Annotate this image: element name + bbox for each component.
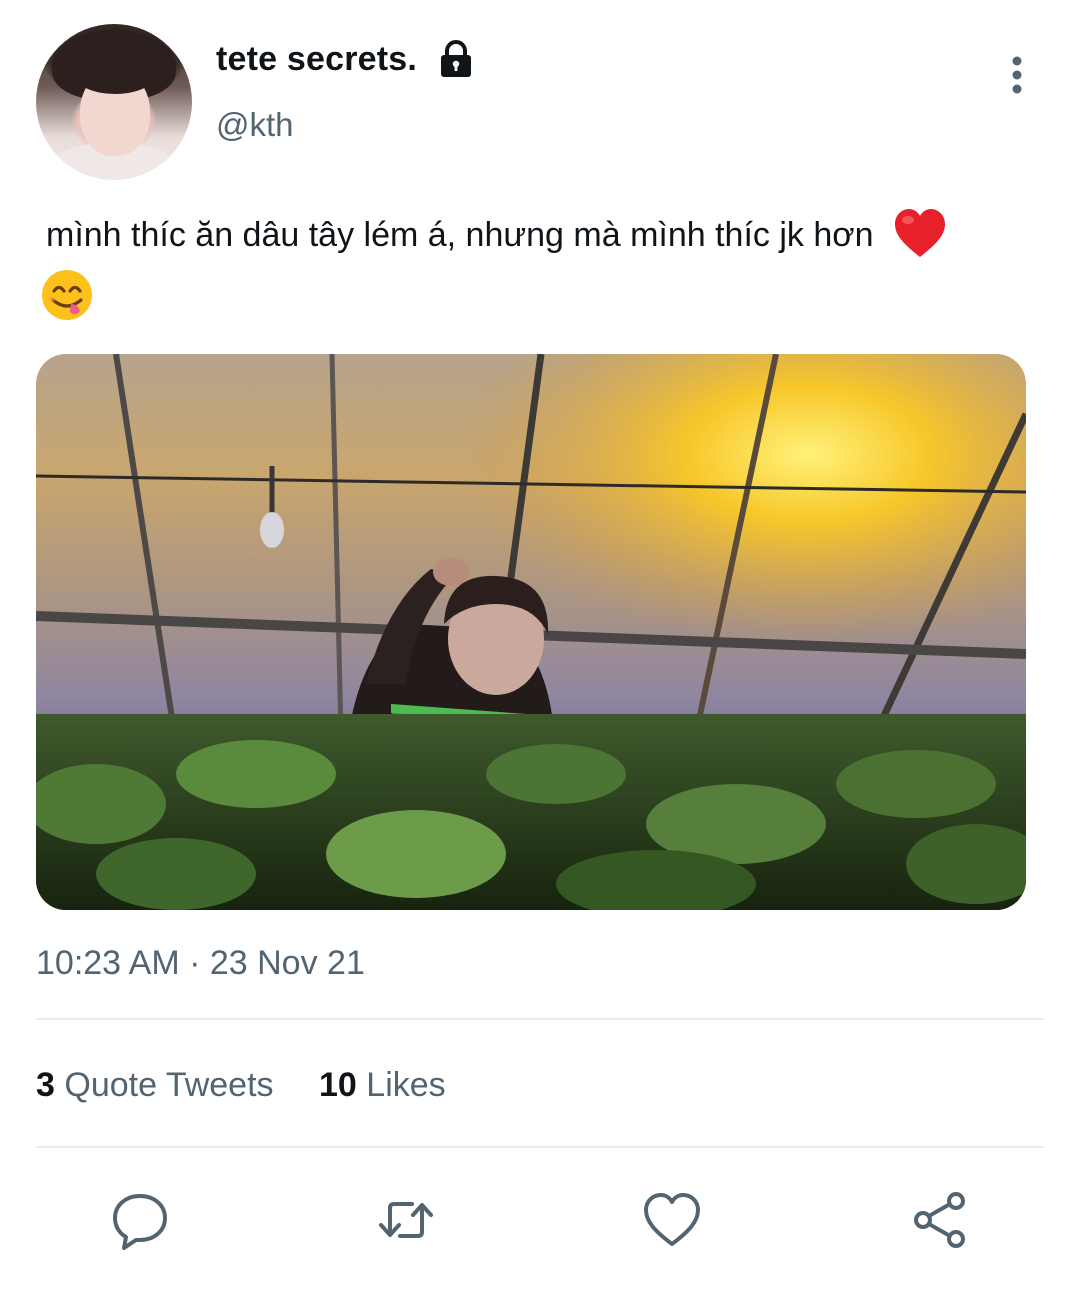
more-options-icon[interactable] [1002, 54, 1032, 98]
likes-stat[interactable]: 10 Likes [319, 1066, 446, 1105]
tweet-text: mình thíc ăn dâu tây lém á, nhưng mà mìn… [42, 206, 1036, 322]
retweet-icon[interactable] [376, 1190, 436, 1250]
user-handle[interactable]: @kth [216, 106, 294, 144]
tweet-media-image[interactable] [36, 354, 1026, 910]
quote-tweets-count: 3 [36, 1066, 55, 1104]
quote-tweets-label: Quote Tweets [64, 1066, 274, 1104]
lock-icon [441, 40, 471, 77]
red-heart-emoji [894, 209, 945, 258]
tweet-stats: 3 Quote Tweets 10 Likes [36, 1066, 482, 1105]
tweet-timestamp[interactable]: 10:23 AM · 23 Nov 21 [36, 944, 365, 983]
avatar[interactable] [36, 24, 192, 180]
divider [36, 1018, 1044, 1020]
tweet-body: mình thíc ăn dâu tây lém á, nhưng mà mìn… [46, 216, 874, 254]
reply-icon[interactable] [110, 1190, 170, 1250]
divider [36, 1146, 1044, 1148]
like-icon[interactable] [642, 1190, 702, 1250]
share-icon[interactable] [910, 1190, 970, 1250]
likes-label: Likes [366, 1066, 446, 1104]
likes-count: 10 [319, 1066, 357, 1104]
face-savoring-food-emoji [42, 270, 92, 321]
display-name[interactable]: tete secrets. [216, 40, 417, 79]
quote-tweets-stat[interactable]: 3 Quote Tweets [36, 1066, 274, 1105]
